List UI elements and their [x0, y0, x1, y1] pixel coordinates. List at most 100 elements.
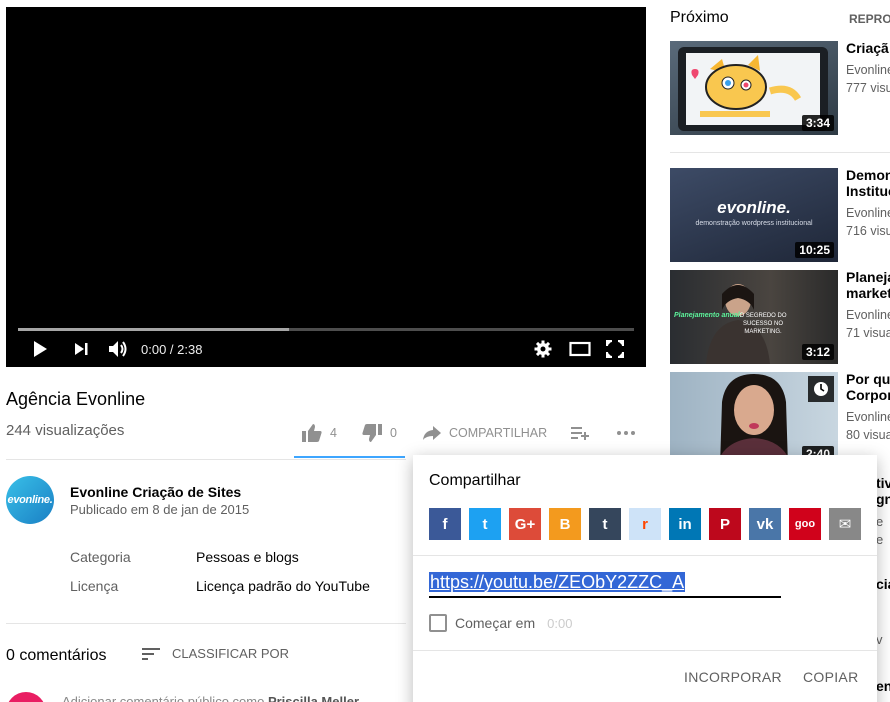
- meta-value-license: Licença padrão do YouTube: [196, 578, 370, 594]
- share-label: COMPARTILHAR: [449, 426, 548, 440]
- video-title[interactable]: Criaçã: [846, 40, 889, 56]
- sentiment-bar: [294, 456, 405, 458]
- thumbnail-logo-text: evonline.: [717, 198, 791, 217]
- twitter-share-button[interactable]: t: [469, 508, 501, 540]
- twitter-icon: t: [482, 515, 488, 533]
- gear-icon: [534, 340, 552, 358]
- sidebar-partial-text: e: [876, 532, 884, 547]
- duration-badge: 3:12: [801, 344, 834, 360]
- publish-date: Publicado em 8 de jan de 2015: [70, 502, 250, 517]
- video-title-line2[interactable]: Corpora: [846, 387, 890, 403]
- video-views: 716 visu: [846, 224, 890, 238]
- comment-input[interactable]: Adicionar comentário público como Prisci…: [62, 694, 359, 702]
- sidebar-partial-text: tiv: [876, 475, 890, 491]
- embed-button[interactable]: INCORPORAR: [684, 669, 782, 685]
- vkontakte-icon: vk: [756, 515, 774, 533]
- share-url-field[interactable]: https://youtu.be/ZEObY2ZZC_A: [429, 572, 781, 598]
- sidebar-partial-text: en: [876, 678, 890, 694]
- sentiment-fill: [294, 456, 405, 458]
- vkontakte-share-button[interactable]: vk: [749, 508, 781, 540]
- progress-bar[interactable]: [18, 328, 634, 331]
- video-views: 71 visua: [846, 326, 890, 340]
- like-count: 4: [330, 426, 337, 440]
- thumbs-down-icon: [362, 424, 382, 442]
- divider: [413, 555, 877, 556]
- reddit-share-button[interactable]: r: [629, 508, 661, 540]
- video-player[interactable]: 0:00 / 2:38: [6, 7, 646, 367]
- next-button[interactable]: [72, 339, 90, 359]
- channel-avatar[interactable]: evonline.: [6, 476, 54, 524]
- like-button[interactable]: 4: [302, 420, 337, 446]
- volume-button[interactable]: [107, 339, 129, 359]
- divider: [6, 623, 406, 624]
- linkedin-icon: in: [678, 515, 692, 533]
- copy-button[interactable]: COPIAR: [803, 669, 858, 685]
- sort-comments-button[interactable]: CLASSIFICAR POR: [142, 646, 289, 661]
- video-thumbnail[interactable]: 2:40: [670, 372, 838, 466]
- divider: [413, 650, 877, 651]
- start-at-checkbox[interactable]: [429, 614, 447, 632]
- google-plus-share-button[interactable]: G+: [509, 508, 541, 540]
- blogger-share-button[interactable]: B: [549, 508, 581, 540]
- email-share-button[interactable]: ✉: [829, 508, 861, 540]
- divider: [6, 459, 406, 460]
- video-title[interactable]: Planeja: [846, 269, 890, 285]
- settings-button[interactable]: [534, 339, 552, 359]
- comment-user: Priscilla Meller: [267, 694, 360, 702]
- channel-name[interactable]: Evonline Criação de Sites: [70, 484, 241, 500]
- video-title-line2[interactable]: Instituc: [846, 183, 890, 199]
- video-thumbnail[interactable]: Planejamento anual: O SEGREDO DO SUCESSO…: [670, 270, 838, 364]
- fullscreen-icon: [606, 340, 624, 358]
- share-dialog: Compartilhar f t G+ Bt r in Pvk goo ✉ https://yo…: [413, 455, 877, 702]
- goo-share-button[interactable]: goo: [789, 508, 821, 540]
- sort-icon: [142, 647, 160, 660]
- video-views: 80 visua: [846, 428, 890, 442]
- view-count: 244 visualizações: [6, 422, 125, 439]
- video-title: Agência Evonline: [6, 389, 146, 409]
- linkedin-share-button[interactable]: in: [669, 508, 701, 540]
- clock-icon: [814, 382, 828, 396]
- start-at-time-input[interactable]: 0:00: [547, 616, 572, 631]
- video-thumbnail[interactable]: 3:34: [670, 41, 838, 135]
- fullscreen-button[interactable]: [606, 339, 624, 359]
- theater-mode-button[interactable]: [569, 339, 591, 359]
- pinterest-share-button[interactable]: P: [709, 508, 741, 540]
- meta-value-category[interactable]: Pessoas e blogs: [196, 549, 299, 565]
- video-title[interactable]: Por que: [846, 371, 890, 387]
- divider: [670, 152, 890, 153]
- facebook-share-button[interactable]: f: [429, 508, 461, 540]
- comment-count: 0 comentários: [6, 647, 107, 664]
- play-icon: [34, 341, 47, 357]
- more-actions-button[interactable]: [616, 420, 636, 446]
- google-plus-icon: G+: [514, 515, 536, 533]
- thumbs-up-icon: [302, 424, 322, 442]
- dislike-button[interactable]: 0: [362, 420, 397, 446]
- play-button[interactable]: [32, 339, 48, 359]
- video-thumbnail[interactable]: evonline. demonstração wordpress institu…: [670, 168, 838, 262]
- buffered-progress: [18, 328, 290, 331]
- comment-placeholder: Adicionar comentário público como: [62, 694, 265, 702]
- dislike-count: 0: [390, 426, 397, 440]
- watch-later-button[interactable]: [808, 376, 834, 402]
- theater-icon: [569, 341, 591, 357]
- tumblr-share-button[interactable]: t: [589, 508, 621, 540]
- start-at-label: Começar em: [455, 615, 536, 631]
- share-button[interactable]: COMPARTILHAR: [423, 420, 547, 446]
- duration-badge: 3:34: [801, 115, 834, 131]
- autoplay-label[interactable]: REPRO: [849, 12, 890, 26]
- sidebar-partial-text: gn: [876, 491, 890, 507]
- share-dialog-title: Compartilhar: [429, 472, 521, 489]
- sidebar-partial-text: e: [876, 514, 884, 529]
- sidebar-partial-text: cia: [876, 576, 890, 592]
- video-title-line2[interactable]: market: [846, 285, 890, 301]
- video-title[interactable]: Demon: [846, 167, 890, 183]
- share-url[interactable]: https://youtu.be/ZEObY2ZZC_A: [429, 572, 686, 592]
- reddit-icon: r: [642, 515, 648, 533]
- thumbnail-caption: O SEGREDO DO SUCESSO NO MARKETING.: [739, 313, 787, 335]
- save-to-playlist-button[interactable]: [571, 420, 589, 446]
- video-channel: Evonline: [846, 410, 890, 424]
- tumblr-icon: t: [602, 515, 608, 533]
- email-icon: ✉: [838, 516, 852, 533]
- share-network-list: f t G+ Bt r in Pvk goo ✉: [429, 508, 869, 540]
- video-channel: Evonline: [846, 206, 890, 220]
